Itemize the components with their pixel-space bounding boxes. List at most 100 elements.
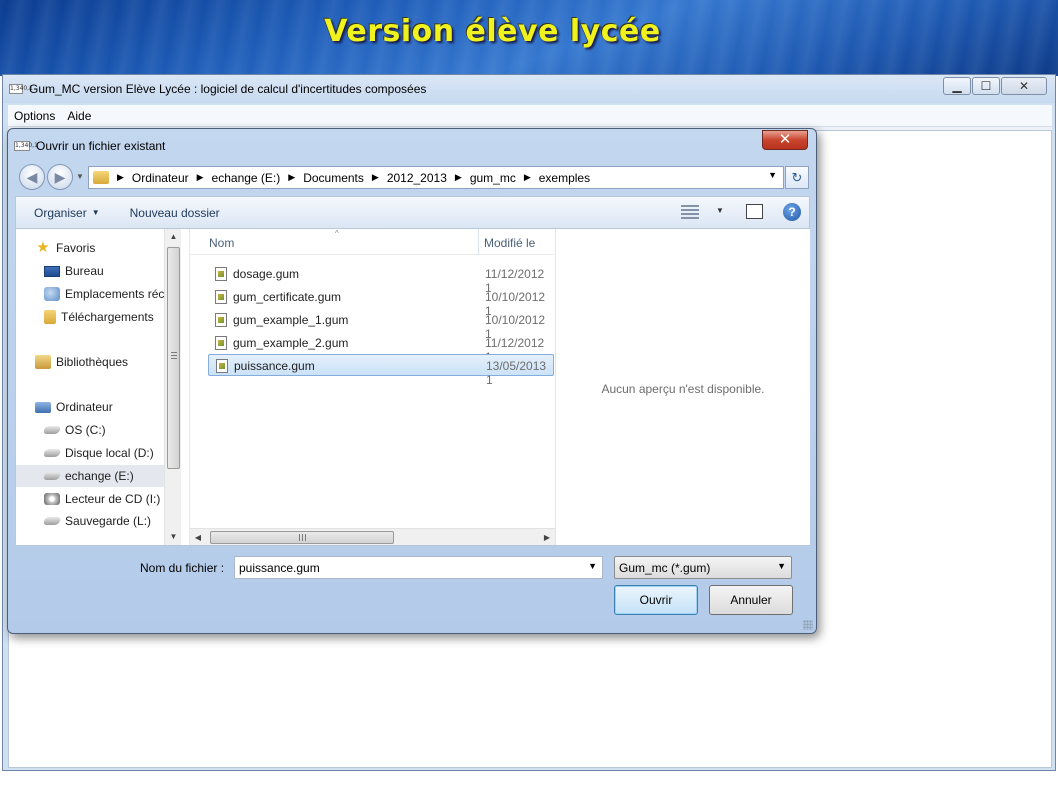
downloads-folder-icon <box>44 310 56 324</box>
slide-banner: Version élève lycée <box>0 0 1058 76</box>
breadcrumb-documents[interactable]: Documents ▶ <box>303 171 387 185</box>
breadcrumb-arrow-icon[interactable]: ▶ <box>372 172 379 183</box>
file-name: gum_example_2.gum <box>233 336 349 350</box>
window-controls: ▁ ☐ ✕ <box>942 77 1047 95</box>
libraries-icon <box>35 355 51 369</box>
drive-icon <box>44 517 62 525</box>
dialog-app-icon: 1,340,1 <box>14 141 38 151</box>
nav-item-bibliotheques[interactable]: Bibliothèques <box>35 351 183 373</box>
new-folder-button[interactable]: Nouveau dossier <box>130 206 220 220</box>
file-row[interactable]: gum_example_1.gum 10/10/2012 1 <box>208 309 554 341</box>
file-list-horizontal-scrollbar[interactable]: ◀ ▶ <box>190 528 555 545</box>
chevron-down-icon[interactable]: ▼ <box>588 561 597 571</box>
back-arrow-icon[interactable]: ◀ <box>19 164 45 190</box>
nav-pane-vertical-scrollbar[interactable]: ▲ ▼ <box>164 229 181 545</box>
nav-item-telechargements[interactable]: Téléchargements <box>44 306 164 328</box>
breadcrumb-exemples[interactable]: exemples <box>539 171 590 185</box>
file-row-selected[interactable]: puissance.gum 13/05/2013 1 <box>208 354 554 387</box>
nav-item-emplacements-recents[interactable]: Emplacements récents <box>44 283 164 305</box>
dialog-title: Ouvrir un fichier existant <box>36 139 166 153</box>
filename-input[interactable]: puissance.gum ▼ <box>234 556 603 579</box>
open-button[interactable]: Ouvrir <box>614 585 698 615</box>
forward-arrow-icon[interactable]: ▶ <box>47 164 73 190</box>
app-title: Gum_MC version Elève Lycée : logiciel de… <box>29 82 427 96</box>
breadcrumb-arrow-icon[interactable]: ▶ <box>288 172 295 183</box>
nav-item-ordinateur[interactable]: Ordinateur <box>35 396 183 418</box>
gum-file-icon <box>216 359 228 373</box>
app-titlebar[interactable]: 1,340,1 Gum_MC version Elève Lycée : log… <box>3 75 1055 103</box>
open-file-dialog: 1,340,1 Ouvrir un fichier existant ✕ ◀ ▶… <box>7 128 817 634</box>
minimize-button[interactable]: ▁ <box>943 77 971 95</box>
slide-bottom-margin <box>0 771 1058 793</box>
file-row[interactable]: dosage.gum 11/12/2012 1 <box>208 263 554 295</box>
command-bar: Organiser ▼ Nouveau dossier ▼ ? <box>15 196 810 228</box>
address-history-dropdown-icon[interactable]: ▼ <box>768 170 777 180</box>
drive-icon <box>44 449 62 457</box>
menubar: Options Aide <box>8 105 1052 127</box>
scroll-right-arrow-icon[interactable]: ▶ <box>539 529 555 546</box>
chevron-down-icon[interactable]: ▼ <box>777 561 786 571</box>
breadcrumb-arrow-icon[interactable]: ▶ <box>197 172 204 183</box>
cancel-button[interactable]: Annuler <box>709 585 793 615</box>
file-name: puissance.gum <box>234 359 315 373</box>
breadcrumb-gum-mc[interactable]: gum_mc ▶ <box>470 171 539 185</box>
column-divider[interactable] <box>478 229 479 255</box>
view-dropdown-icon[interactable]: ▼ <box>716 206 724 215</box>
gum-file-icon <box>215 336 227 350</box>
preview-pane: Aucun aperçu n'est disponible. <box>555 229 810 545</box>
cd-drive-icon <box>44 493 60 505</box>
address-bar[interactable]: ▶ Ordinateur ▶ echange (E:) ▶ Documents ▶ 2… <box>88 166 784 189</box>
view-options-icon[interactable] <box>681 205 699 219</box>
column-header-name[interactable]: Nom <box>209 236 234 250</box>
scroll-up-arrow-icon[interactable]: ▲ <box>165 229 182 245</box>
file-list-pane: ^ Nom Modifié le dosage.gum 11/12/2012 1… <box>189 229 555 545</box>
breadcrumb-arrow-icon[interactable]: ▶ <box>455 172 462 183</box>
refresh-icon[interactable]: ↻ <box>785 166 809 189</box>
resize-grip-icon[interactable] <box>803 620 813 630</box>
help-icon[interactable]: ? <box>783 203 801 221</box>
scrollbar-thumb[interactable] <box>167 247 180 469</box>
grip-icon <box>171 352 177 361</box>
scroll-down-arrow-icon[interactable]: ▼ <box>165 529 182 545</box>
organise-button[interactable]: Organiser ▼ <box>34 206 100 220</box>
breadcrumb-echange[interactable]: echange (E:) ▶ <box>212 171 304 185</box>
sort-ascending-icon: ^ <box>335 229 339 238</box>
os-drive-icon <box>44 426 62 434</box>
dialog-close-button[interactable]: ✕ <box>762 130 808 150</box>
nav-item-echange-e[interactable]: echange (E:) <box>16 465 164 487</box>
chevron-down-icon: ▼ <box>91 208 100 217</box>
file-row[interactable]: gum_certificate.gum 10/10/2012 1 <box>208 286 554 318</box>
recent-locations-dropdown-icon[interactable]: ▼ <box>76 172 84 181</box>
scroll-left-arrow-icon[interactable]: ◀ <box>190 529 206 546</box>
navigation-pane: ★ Favoris Bureau Emplacements récents Té… <box>16 229 188 545</box>
desktop-icon <box>44 265 60 277</box>
menu-options[interactable]: Options <box>8 109 61 123</box>
no-preview-message: Aucun aperçu n'est disponible. <box>601 382 765 396</box>
file-row[interactable]: gum_example_2.gum 11/12/2012 1 <box>208 332 554 364</box>
breadcrumb-arrow-icon[interactable]: ▶ <box>524 172 531 183</box>
file-name: gum_example_1.gum <box>233 313 349 327</box>
gum-file-icon <box>215 313 227 327</box>
file-modified-date: 13/05/2013 1 <box>486 359 547 387</box>
menu-aide[interactable]: Aide <box>61 109 97 123</box>
file-name: dosage.gum <box>233 267 300 281</box>
slide-title: Version élève lycée <box>324 14 661 49</box>
maximize-button[interactable]: ☐ <box>972 77 1000 95</box>
computer-icon <box>35 401 51 413</box>
preview-pane-icon[interactable] <box>746 204 763 219</box>
column-header-modified[interactable]: Modifié le <box>484 236 535 250</box>
nav-item-favoris[interactable]: ★ Favoris <box>35 237 183 259</box>
breadcrumb-ordinateur[interactable]: Ordinateur ▶ <box>132 171 212 185</box>
scrollbar-thumb[interactable] <box>210 531 394 544</box>
drive-icon <box>42 472 62 480</box>
file-type-select[interactable]: Gum_mc (*.gum) ▼ <box>614 556 792 579</box>
breadcrumb-2012-2013[interactable]: 2012_2013 ▶ <box>387 171 470 185</box>
breadcrumb-arrow-icon[interactable]: ▶ <box>117 172 124 183</box>
dialog-body: ★ Favoris Bureau Emplacements récents Té… <box>15 228 810 546</box>
gum-file-icon <box>215 290 227 304</box>
close-button[interactable]: ✕ <box>1001 77 1047 95</box>
file-list-header: ^ Nom Modifié le <box>190 229 554 255</box>
star-icon: ★ <box>36 239 50 256</box>
folder-icon <box>93 171 109 184</box>
gum-file-icon <box>215 267 227 281</box>
